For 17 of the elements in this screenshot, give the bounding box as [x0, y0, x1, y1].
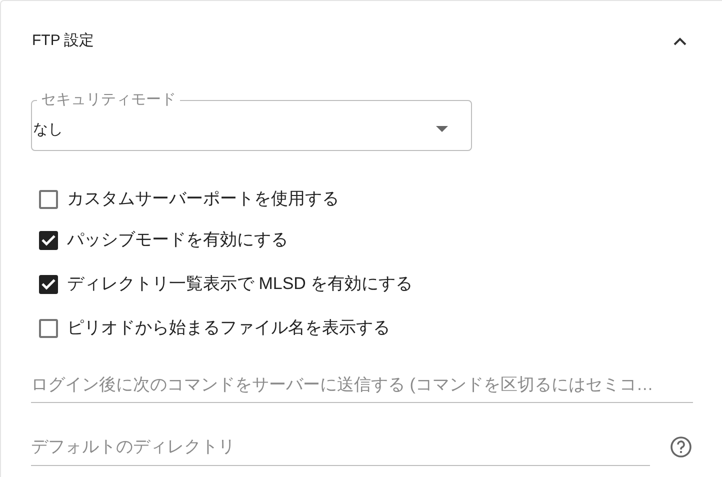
checkbox-label: ディレクトリ一覧表示で MLSD を有効にする — [67, 273, 413, 296]
checkbox-label: パッシブモードを有効にする — [67, 229, 288, 252]
help-icon[interactable] — [670, 436, 692, 458]
checkbox[interactable] — [39, 318, 58, 338]
checkbox[interactable] — [39, 274, 58, 294]
dropdown-arrow-icon — [436, 126, 448, 132]
directory-input-field[interactable]: デフォルトのディレクトリ — [31, 428, 650, 466]
checkbox-label: カスタムサーバーポートを使用する — [67, 188, 339, 210]
select-value: なし — [32, 120, 63, 140]
security-mode-select[interactable]: セキュリティモード なし — [31, 90, 472, 151]
checkbox[interactable] — [39, 230, 58, 250]
commands-input-field[interactable]: ログイン後に次のコマンドをサーバーに送信する (コマンドを区切るにはセミコ… — [31, 367, 693, 403]
checkbox-label: ピリオドから始まるファイル名を表示する — [67, 317, 390, 340]
panel-title: FTP 設定 — [32, 30, 94, 51]
checkbox[interactable] — [39, 190, 58, 208]
chevron-up-icon — [673, 36, 687, 46]
select-label: セキュリティモード — [40, 90, 177, 110]
